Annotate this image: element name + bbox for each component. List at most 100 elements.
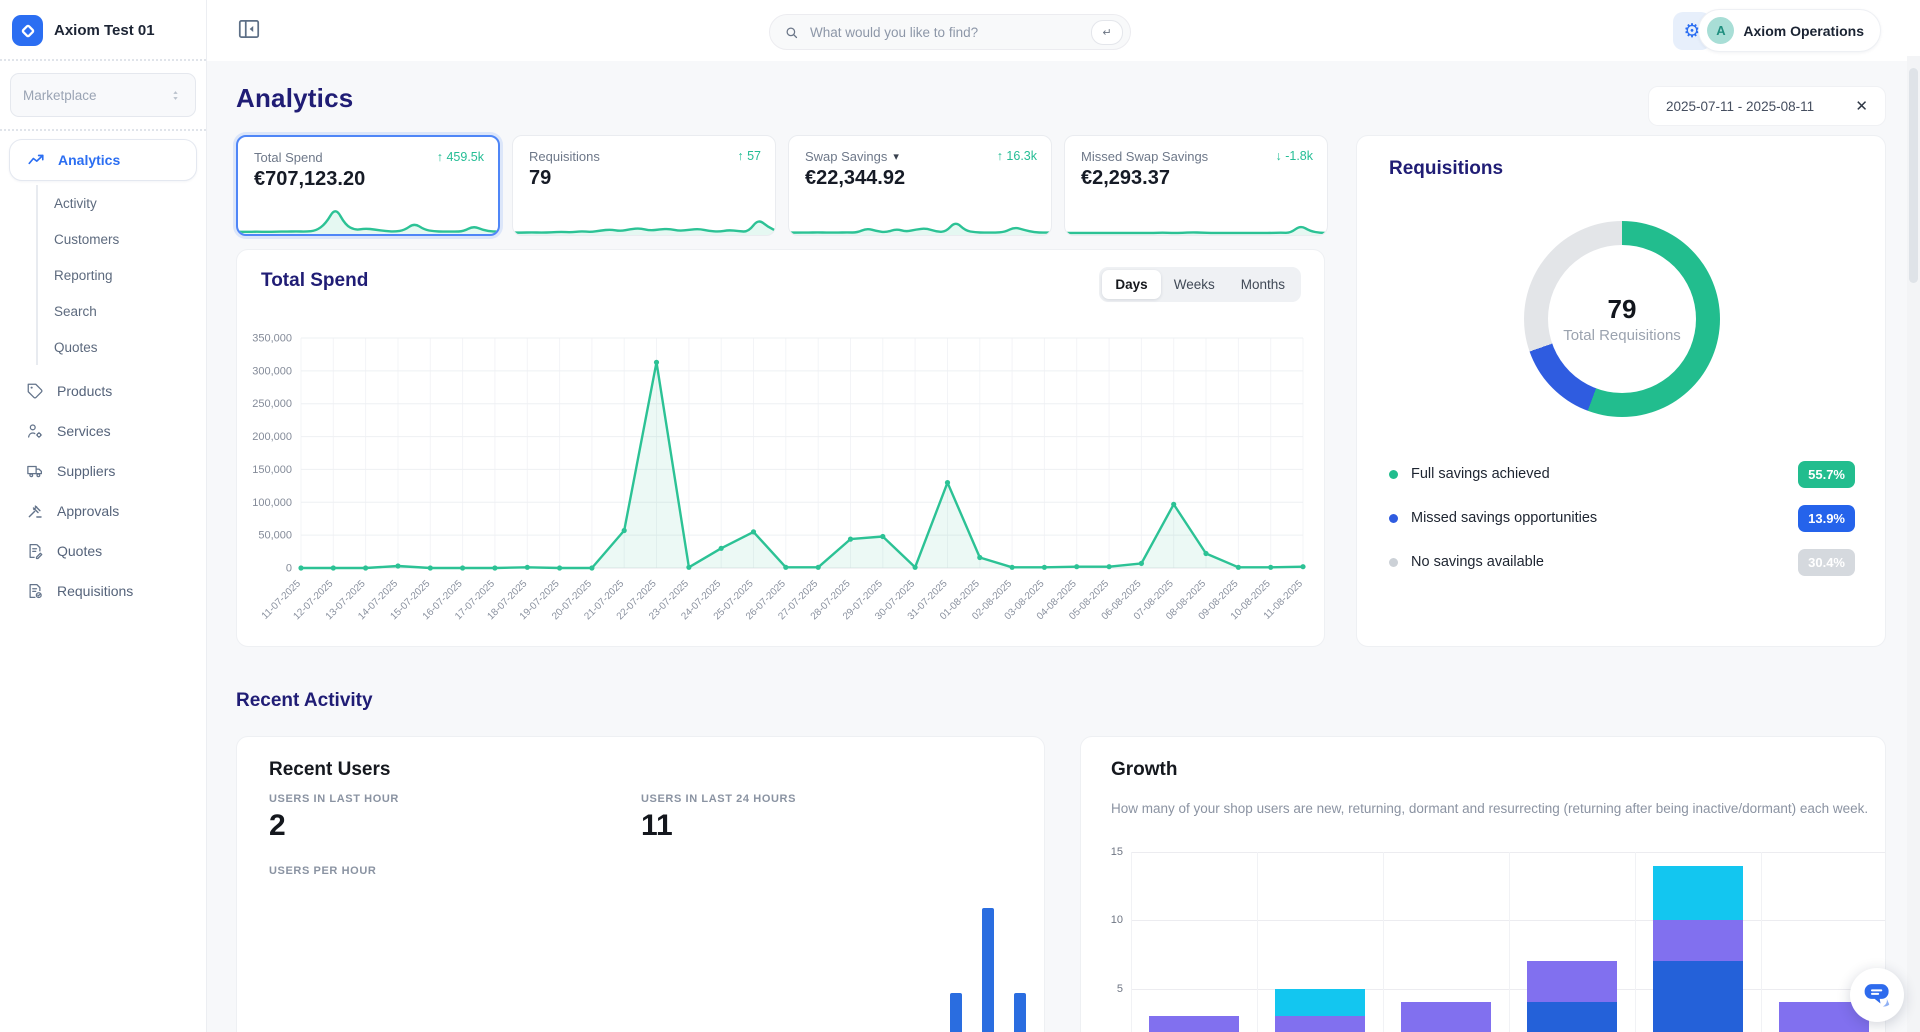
kpi-delta: ↑ 16.3k <box>996 149 1037 163</box>
sidebar-item-suppliers[interactable]: Suppliers <box>0 451 206 491</box>
arrow-up-icon: ↑ <box>436 150 443 164</box>
toggle-months[interactable]: Months <box>1228 270 1298 299</box>
gridline <box>1383 852 1384 1032</box>
stat-value: 2 <box>269 809 286 842</box>
sidebar-nav: Analytics Activity Customers Reporting Searc… <box>0 131 206 611</box>
recent-activity-heading: Recent Activity <box>236 690 373 711</box>
arrow-down-icon: ↓ <box>1275 149 1282 163</box>
kpi-card-total-spend[interactable]: Total Spend ↑ 459.5k €707,123.20 <box>236 135 500 236</box>
sidebar-subitem-quotes[interactable]: Quotes <box>38 329 206 365</box>
scrollbar-thumb[interactable] <box>1909 68 1918 283</box>
kpi-delta: ↑ 459.5k <box>436 150 484 164</box>
growth-bar-segment-segment-purple <box>1653 920 1743 962</box>
app-logo-icon <box>12 15 43 46</box>
sidebar-subitem-customers[interactable]: Customers <box>38 221 206 257</box>
sidebar-item-label: Suppliers <box>57 463 116 479</box>
divider <box>0 59 206 61</box>
sidebar-item-analytics[interactable]: Analytics <box>9 139 197 181</box>
kpi-value: €707,123.20 <box>254 168 366 190</box>
gridline <box>1131 920 1885 922</box>
stat-label: USERS IN LAST HOUR <box>269 793 399 805</box>
growth-bar-segment-segment-purple <box>1275 1016 1365 1032</box>
kpi-card-missed-swap-savings[interactable]: Missed Swap Savings ↓ -1.8k €2,293.37 <box>1064 135 1328 236</box>
sidebar-item-label: Requisitions <box>57 583 134 599</box>
gridline <box>1131 988 1885 990</box>
kpi-sparkline <box>513 220 775 235</box>
sidebar-subitem-search[interactable]: Search <box>38 293 206 329</box>
total-spend-panel: Total Spend Days Weeks Months 0 50,000 100,0… <box>236 249 1325 647</box>
kpi-label: Total Spend <box>254 150 323 165</box>
app-logo-row[interactable]: Axiom Test 01 <box>0 0 206 59</box>
sidebar-subitem-reporting[interactable]: Reporting <box>38 257 206 293</box>
svg-text:100,000: 100,000 <box>252 497 292 509</box>
sidebar-item-services[interactable]: Services <box>0 411 206 451</box>
growth-bar-segment-segment-blue <box>1653 961 1743 1032</box>
avatar: A <box>1707 17 1735 44</box>
workspace-select[interactable]: Marketplace <box>10 73 196 117</box>
sidebar-subitem-activity[interactable]: Activity <box>38 185 206 221</box>
recent-users-panel: Recent Users USERS IN LAST HOUR 2 USERS … <box>236 736 1045 1032</box>
document-check-icon <box>26 582 44 600</box>
collapse-sidebar-icon <box>238 19 260 38</box>
growth-bar-segment-segment-purple <box>1527 961 1617 1003</box>
close-icon[interactable]: ✕ <box>1855 97 1868 115</box>
kpi-label: Missed Swap Savings <box>1081 149 1209 164</box>
y-axis-label: 15 <box>1110 846 1123 859</box>
growth-panel: 5 10 15 Growth How many of your shop users… <box>1080 736 1886 1032</box>
svg-text:300,000: 300,000 <box>252 365 292 377</box>
users-per-hour-bar <box>982 908 995 1032</box>
kpi-sparkline <box>1065 225 1327 235</box>
date-range-value: 2025-07-11 - 2025-08-11 <box>1666 98 1815 114</box>
caret-down-icon[interactable]: ▾ <box>893 150 899 163</box>
collapse-sidebar-button[interactable] <box>233 14 265 46</box>
app-name: Axiom Test 01 <box>54 22 155 39</box>
sidebar-item-quotes[interactable]: Quotes <box>0 531 206 571</box>
growth-bar-segment-segment-cyan <box>1653 865 1743 921</box>
gridline <box>1635 852 1636 1032</box>
sidebar-sublist: Activity Customers Reporting Search Quotes <box>36 185 206 365</box>
recent-users-title: Recent Users <box>269 759 391 780</box>
donut-center: 79 Total Requisitions <box>1548 245 1696 393</box>
stat-value: 11 <box>641 809 673 842</box>
legend-percentage-badge: 55.7% <box>1798 460 1855 488</box>
svg-text:200,000: 200,000 <box>252 431 292 443</box>
sidebar-item-approvals[interactable]: Approvals <box>0 491 206 531</box>
kpi-label: Swap Savings ▾ <box>805 149 899 164</box>
legend-row-no-savings-available[interactable]: No savings available 30.4% <box>1389 540 1855 584</box>
granularity-toggle: Days Weeks Months <box>1099 267 1301 302</box>
toggle-days[interactable]: Days <box>1102 270 1161 299</box>
legend-label: Full savings achieved <box>1411 466 1550 482</box>
legend-label: No savings available <box>1411 554 1544 570</box>
kpi-label: Requisitions <box>529 149 600 164</box>
sidebar-item-products[interactable]: Products <box>0 371 206 411</box>
donut-legend: Full savings achieved 55.7% Missed savings… <box>1389 452 1855 584</box>
tag-icon <box>26 382 44 400</box>
kpi-delta: ↑ 57 <box>737 149 761 163</box>
document-edit-icon <box>26 542 44 560</box>
sidebar: Axiom Test 01 Marketplace Analytics Activ… <box>0 0 207 1032</box>
gridline <box>1257 852 1258 1032</box>
date-range-filter[interactable]: 2025-07-11 - 2025-08-11 ✕ <box>1648 86 1886 126</box>
requisitions-panel: Requisitions 79 Total Requisitions Full … <box>1356 135 1886 647</box>
kpi-card-requisitions[interactable]: Requisitions ↑ 57 79 <box>512 135 776 236</box>
legend-percentage-badge: 13.9% <box>1798 504 1855 532</box>
sidebar-item-requisitions[interactable]: Requisitions <box>0 571 206 611</box>
search-input[interactable] <box>808 23 1091 41</box>
truck-icon <box>26 462 44 480</box>
profile-menu-button[interactable]: A Axiom Operations <box>1698 9 1881 52</box>
total-spend-chart: 0 50,000 100,000 150,000 200,000 250,000 300,0… <box>252 333 1306 622</box>
kpi-card-swap-savings[interactable]: Swap Savings ▾ ↑ 16.3k €22,344.92 <box>788 135 1052 236</box>
sidebar-item-label: Approvals <box>57 503 120 519</box>
search-icon <box>784 25 799 40</box>
app-window: Axiom Test 01 Marketplace Analytics Activ… <box>0 0 1920 1032</box>
profile-name: Axiom Operations <box>1743 22 1864 39</box>
chat-fab-button[interactable] <box>1850 968 1904 1022</box>
toggle-weeks[interactable]: Weeks <box>1161 270 1228 299</box>
svg-text:350,000: 350,000 <box>252 333 292 345</box>
scrollbar-track[interactable] <box>1907 56 1920 1032</box>
enter-key-hint-icon: ↵ <box>1091 19 1123 45</box>
top-header: ↵ ⚙ A Axiom Operations <box>206 0 1920 61</box>
legend-row-full-savings-achieved[interactable]: Full savings achieved 55.7% <box>1389 452 1855 496</box>
arrow-up-icon: ↑ <box>996 149 1003 163</box>
legend-row-missed-savings-opportunities[interactable]: Missed savings opportunities 13.9% <box>1389 496 1855 540</box>
